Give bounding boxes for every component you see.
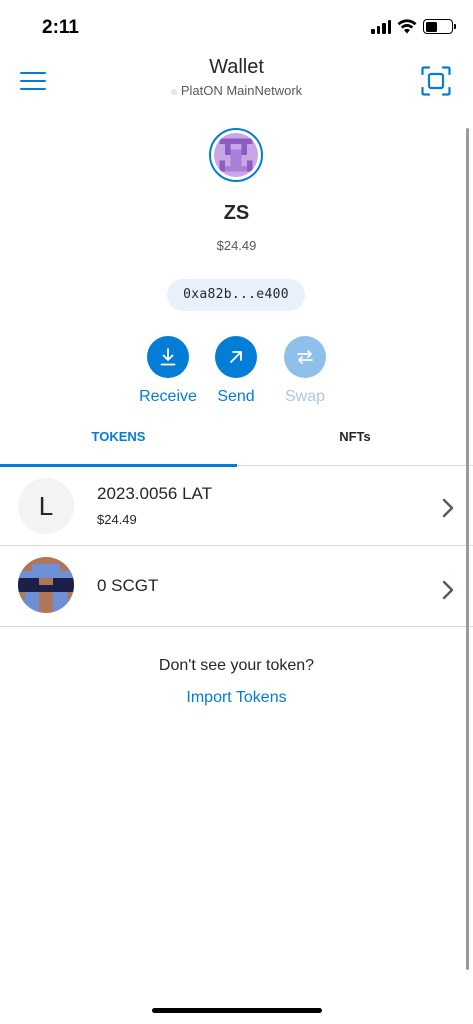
token-avatar-lat: L xyxy=(18,478,74,534)
cellular-signal-icon xyxy=(371,19,391,34)
token-row-lat[interactable]: L 2023.0056 LAT $24.49 xyxy=(0,466,473,546)
scrollbar[interactable] xyxy=(466,128,469,970)
download-icon xyxy=(160,348,176,366)
swap-icon xyxy=(297,350,313,364)
qr-scan-icon[interactable] xyxy=(421,66,451,96)
chevron-right-icon xyxy=(442,498,454,518)
token-fiat-value: $24.49 xyxy=(97,512,137,527)
tab-tokens[interactable]: TOKENS xyxy=(0,420,237,467)
wifi-icon xyxy=(397,19,417,34)
app-header: Wallet PlatON MainNetwork xyxy=(0,56,473,112)
identicon-avatar xyxy=(214,133,258,177)
identicon-avatar xyxy=(18,557,74,613)
arrow-up-right-icon xyxy=(230,351,242,363)
network-name: PlatON MainNetwork xyxy=(180,83,303,98)
import-tokens-link[interactable]: Import Tokens xyxy=(0,689,473,707)
send-label: Send xyxy=(217,388,255,405)
send-button[interactable]: Send xyxy=(201,336,271,406)
swap-button[interactable]: Swap xyxy=(270,336,340,406)
receive-button[interactable]: Receive xyxy=(133,336,203,406)
token-amount: 2023.0056 LAT xyxy=(97,484,212,503)
network-selector[interactable]: PlatON MainNetwork xyxy=(0,83,473,98)
account-address-pill[interactable]: 0xa82b...e400 xyxy=(167,279,305,311)
page-title: Wallet xyxy=(209,56,264,78)
status-icons xyxy=(371,19,456,34)
receive-label: Receive xyxy=(139,388,197,405)
no-token-message: Don't see your token? xyxy=(158,657,315,674)
account-balance: $24.49 xyxy=(216,238,257,253)
tab-nfts[interactable]: NFTs xyxy=(237,420,473,466)
status-time: 2:11 xyxy=(42,17,79,38)
account-avatar[interactable] xyxy=(209,128,263,182)
battery-icon xyxy=(423,19,456,34)
swap-label: Swap xyxy=(284,388,326,405)
network-status-dot xyxy=(170,88,177,95)
status-bar: 2:11 xyxy=(0,0,473,56)
asset-tabs: TOKENS NFTs xyxy=(0,420,473,467)
token-row-scgt[interactable]: 0 SCGT xyxy=(0,547,473,627)
home-indicator[interactable] xyxy=(152,1008,322,1013)
header-title-group[interactable]: Wallet PlatON MainNetwork xyxy=(0,56,473,98)
token-avatar-scgt xyxy=(18,557,74,613)
token-amount: 0 SCGT xyxy=(97,576,159,595)
chevron-right-icon xyxy=(442,580,454,600)
account-name[interactable]: ZS xyxy=(0,202,473,225)
